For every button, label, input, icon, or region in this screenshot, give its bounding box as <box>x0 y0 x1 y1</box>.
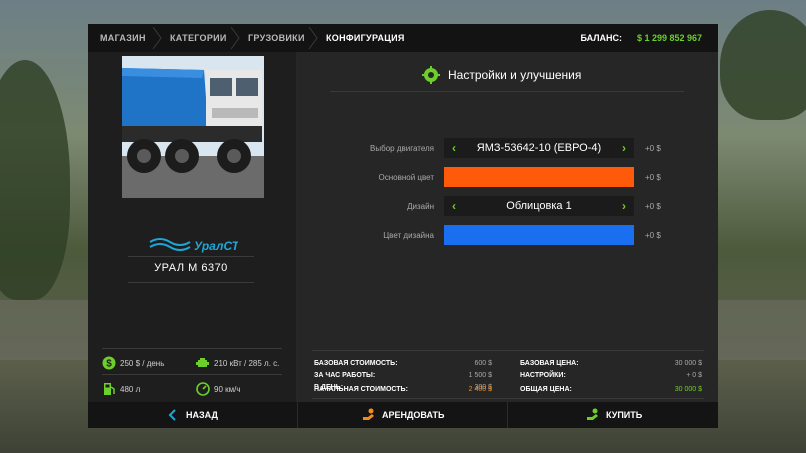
rent-hand-icon <box>363 408 374 420</box>
background-tree <box>0 60 70 300</box>
base-cost-value: 600 $ <box>474 360 492 367</box>
vehicle-name: УРАЛ М 6370 <box>154 262 228 274</box>
buy-label: КУПИТЬ <box>606 410 643 420</box>
spec-speed-value: 90 км/ч <box>214 385 241 394</box>
per-hour-label: ЗА ЧАС РАБОТЫ: <box>314 372 376 379</box>
vehicle-image <box>122 56 264 198</box>
divider <box>128 256 254 257</box>
breadcrumb-separator-icon <box>152 27 162 49</box>
divider <box>312 350 704 351</box>
base-cost-label: БАЗОВАЯ СТОИМОСТЬ: <box>314 360 398 367</box>
engine-price: +0 $ <box>645 144 661 153</box>
spec-fuel-value: 480 л <box>120 385 141 394</box>
configuration-column: Настройки и улучшения Выбор двигателя ‹ … <box>298 52 718 404</box>
money-icon: $ <box>102 356 116 370</box>
engine-prev-arrow-icon[interactable]: ‹ <box>444 138 464 158</box>
divider <box>330 91 684 92</box>
section-title: Настройки и улучшения <box>448 68 582 82</box>
settings-label: НАСТРОЙКИ: <box>520 372 566 379</box>
spec-daily-value: 250 $ / день <box>120 359 165 368</box>
design-selector: ‹ Облицовка 1 › <box>444 196 634 216</box>
fuel-icon <box>104 383 115 395</box>
engine-next-arrow-icon[interactable]: › <box>614 138 634 158</box>
base-price-label: БАЗОВАЯ ЦЕНА: <box>520 360 579 367</box>
rent-button[interactable]: АРЕНДОВАТЬ <box>298 402 506 428</box>
action-bar: НАЗАД АРЕНДОВАТЬ КУПИТЬ <box>88 402 718 428</box>
main-color-label: Основной цвет <box>378 173 435 182</box>
divider <box>102 374 282 375</box>
total-price-label: ОБЩАЯ ЦЕНА: <box>520 386 572 393</box>
divider <box>102 348 282 349</box>
balance-value: $ 1 299 852 967 <box>636 33 702 43</box>
total-price-value: 30 000 $ <box>674 386 702 393</box>
buy-hand-icon <box>587 408 598 420</box>
buy-button[interactable]: КУПИТЬ <box>508 402 718 428</box>
base-price-value: 30 000 $ <box>674 360 702 367</box>
engine-icon <box>196 358 209 367</box>
shop-configuration-panel: МАГАЗИН КАТЕГОРИИ ГРУЗОВИКИ КОНФИГУРАЦИЯ… <box>88 24 718 428</box>
engine-label: Выбор двигателя <box>370 144 434 153</box>
breadcrumb-separator-icon <box>308 27 318 49</box>
brand-text: УралСТ <box>194 239 238 253</box>
balance-label: БАЛАНС: <box>580 33 622 43</box>
engine-value: ЯМЗ-53642-10 (ЕВРО-4) <box>476 142 602 154</box>
wrench-gear-icon <box>422 66 440 84</box>
back-button[interactable]: НАЗАД <box>88 402 296 428</box>
design-price: +0 $ <box>645 202 661 211</box>
breadcrumb-bar: МАГАЗИН КАТЕГОРИИ ГРУЗОВИКИ КОНФИГУРАЦИЯ… <box>88 24 718 52</box>
design-prev-arrow-icon[interactable]: ‹ <box>444 196 464 216</box>
breadcrumb-separator-icon <box>230 27 240 49</box>
back-label: НАЗАД <box>186 410 218 420</box>
spec-power-value: 210 кВт / 285 л. с. <box>214 359 280 368</box>
design-color-label: Цвет дизайна <box>383 231 434 240</box>
design-color-swatch[interactable] <box>444 225 634 245</box>
divider <box>312 398 704 399</box>
initial-cost-value: 2 400 $ <box>468 386 492 393</box>
design-label: Дизайн <box>407 202 434 211</box>
engine-selector: ‹ ЯМЗ-53642-10 (ЕВРО-4) › <box>444 138 634 158</box>
breadcrumb-shop[interactable]: МАГАЗИН <box>100 24 146 52</box>
settings-value: + 0 $ <box>686 372 702 379</box>
per-hour-value: 1 500 $ <box>468 372 492 379</box>
brand-logo: УралСТ <box>148 236 241 254</box>
rent-label: АРЕНДОВАТЬ <box>382 410 445 420</box>
breadcrumb-configuration: КОНФИГУРАЦИЯ <box>326 33 405 43</box>
initial-cost-label: НАЧАЛЬНАЯ СТОИМОСТЬ: <box>314 386 408 393</box>
main-color-swatch[interactable] <box>444 167 634 187</box>
vehicle-info-column: УралСТ УРАЛ М 6370 $ 250 $ / день 210 кВ… <box>88 52 296 404</box>
speedometer-icon <box>196 382 210 396</box>
main-color-price: +0 $ <box>645 173 661 182</box>
design-color-price: +0 $ <box>645 231 661 240</box>
background-tree <box>720 10 806 120</box>
breadcrumb-trucks[interactable]: ГРУЗОВИКИ <box>248 24 305 52</box>
svg-text:$: $ <box>106 359 112 370</box>
design-next-arrow-icon[interactable]: › <box>614 196 634 216</box>
divider <box>128 282 254 283</box>
breadcrumb-categories[interactable]: КАТЕГОРИИ <box>170 24 227 52</box>
design-value: Облицовка 1 <box>506 200 572 212</box>
chevron-left-icon <box>168 409 176 421</box>
